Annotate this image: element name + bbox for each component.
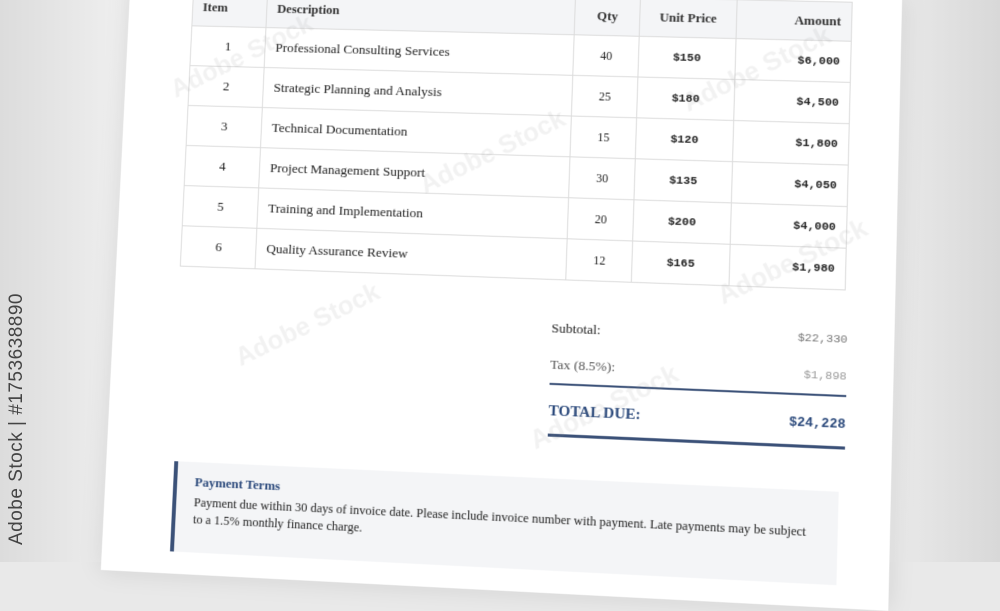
row-qty: 12 (565, 238, 633, 283)
row-amount: $6,000 (734, 38, 852, 83)
row-qty: 25 (571, 75, 639, 118)
header-amount: Amount (735, 0, 853, 42)
row-unit-price: $120 (635, 117, 734, 162)
header-qty: Qty (574, 0, 641, 37)
watermark: Adobe Stock (230, 275, 385, 372)
row-amount: $4,050 (730, 161, 849, 207)
row-item-number: 2 (188, 65, 265, 108)
row-amount: $1,980 (728, 244, 847, 290)
row-qty: 40 (572, 34, 640, 77)
row-unit-price: $150 (638, 36, 736, 80)
row-unit-price: $200 (632, 199, 731, 245)
row-amount: $4,000 (729, 202, 848, 249)
row-unit-price: $135 (634, 158, 733, 203)
row-item-number: 3 (186, 105, 263, 148)
total-due-row: TOTAL DUE: $24,228 (547, 388, 847, 450)
row-item-number: 4 (184, 145, 261, 188)
row-item-number: 1 (189, 25, 267, 68)
total-due-label: TOTAL DUE: (548, 402, 641, 423)
stock-credit-label: Adobe Stock | #1753638890 (6, 293, 27, 545)
tax-value: $1,898 (803, 368, 847, 384)
row-unit-price: $165 (631, 240, 730, 286)
row-item-number: 6 (180, 225, 258, 269)
row-item-number: 5 (182, 185, 259, 229)
header-unit-price: Unit Price (639, 0, 737, 39)
totals-block: Subtotal: $22,330 Tax (8.5%): $1,898 TOT… (547, 310, 848, 450)
row-qty: 15 (570, 116, 637, 159)
invoice-sheet: Item Description Qty Unit Price Amount 1… (100, 0, 903, 611)
line-items-table: Item Description Qty Unit Price Amount 1… (180, 0, 853, 290)
row-amount: $1,800 (732, 120, 850, 166)
row-qty: 20 (567, 197, 635, 241)
sheet-perspective: Item Description Qty Unit Price Amount 1… (0, 0, 1000, 611)
payment-terms-box: Payment Terms Payment due within 30 days… (169, 461, 839, 586)
row-qty: 30 (568, 156, 636, 200)
subtotal-label: Subtotal: (551, 320, 601, 338)
total-due-value: $24,228 (788, 413, 846, 432)
subtotal-value: $22,330 (797, 331, 848, 347)
row-amount: $4,500 (733, 79, 851, 124)
tax-label: Tax (8.5%): (549, 356, 616, 375)
header-item: Item (191, 0, 268, 28)
row-unit-price: $180 (636, 76, 735, 121)
